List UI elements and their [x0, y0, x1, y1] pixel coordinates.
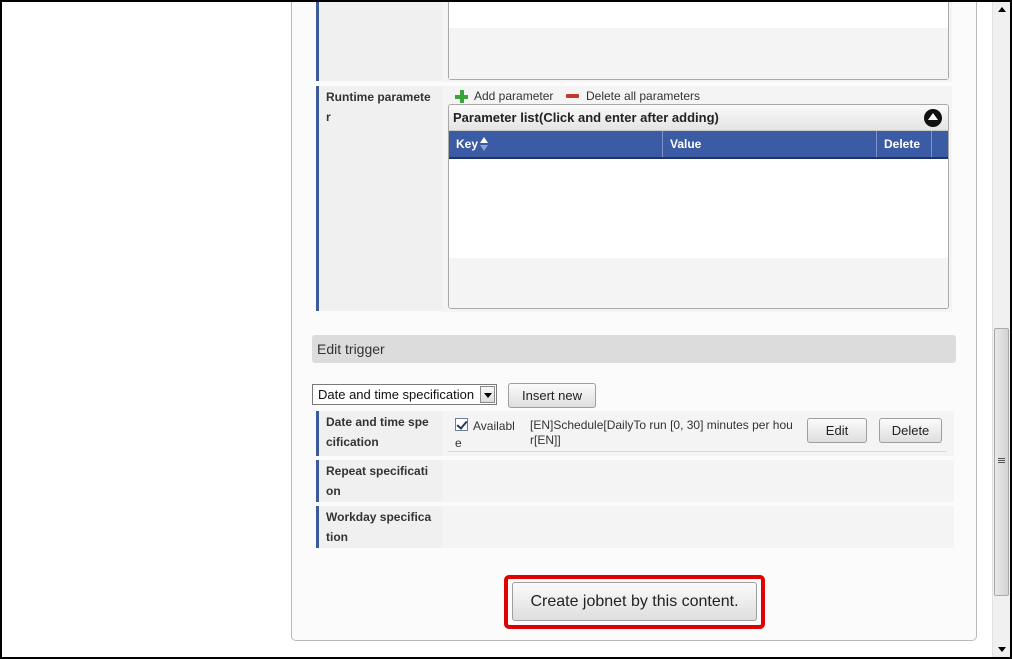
delete-all-parameters-link[interactable]: Delete all parameters [566, 88, 708, 104]
column-header-key-label: Key [456, 137, 479, 151]
available-label: Available [455, 419, 515, 450]
trigger-row-label-datetime: Date and time specification [316, 411, 442, 456]
column-header-delete-label: Delete [884, 137, 921, 151]
trigger-row-value-repeat [442, 460, 954, 502]
trigger-row-label-workday: Workday specification [316, 506, 442, 548]
previous-field-box [448, 0, 949, 80]
trigger-type-select-value: Date and time specification [318, 387, 475, 402]
create-jobnet-button[interactable]: Create jobnet by this content. [512, 582, 757, 621]
column-header-key[interactable]: Key [449, 131, 663, 157]
previous-field-box-footer [449, 28, 948, 79]
grip-line [998, 462, 1005, 463]
parameter-list-header: Key Value Delete [449, 131, 948, 159]
parameter-list: Parameter list(Click and enter after add… [448, 104, 949, 309]
insert-new-button[interactable]: Insert new [508, 383, 596, 408]
column-header-delete[interactable]: Delete [877, 131, 932, 157]
trigger-row-value-workday [442, 506, 954, 548]
trigger-row-label-repeat: Repeat specification [316, 460, 442, 502]
column-header-value[interactable]: Value [663, 131, 877, 157]
column-header-value-label: Value [670, 137, 702, 151]
chevron-down-icon[interactable] [480, 386, 495, 403]
grip-line [998, 458, 1005, 459]
add-parameter-label: Add parameter [474, 89, 554, 103]
vertical-scrollbar[interactable] [992, 2, 1010, 657]
minus-icon [566, 94, 579, 98]
add-parameter-link[interactable]: Add parameter [455, 88, 557, 104]
previous-field-label [316, 0, 442, 81]
scroll-up-icon[interactable] [998, 7, 1006, 12]
parameter-list-title: Parameter list(Click and enter after add… [449, 105, 948, 131]
parameter-list-footer [449, 258, 948, 308]
edit-trigger-header: Edit trigger [312, 335, 956, 363]
parameter-list-title-text: Parameter list(Click and enter after add… [453, 110, 719, 125]
collapse-icon[interactable] [924, 109, 942, 127]
delete-all-parameters-label: Delete all parameters [586, 89, 701, 103]
scroll-down-icon[interactable] [998, 647, 1006, 652]
delete-trigger-button[interactable]: Delete [879, 418, 942, 443]
scrollbar-thumb[interactable] [994, 328, 1009, 596]
runtime-parameter-label: Runtime parameter [316, 86, 442, 311]
trigger-row-divider [448, 451, 946, 452]
plus-icon [455, 90, 468, 103]
trigger-description: [EN]Schedule[DailyTo run [0, 30] minutes… [530, 418, 793, 447]
sort-icon[interactable] [480, 137, 488, 151]
grip-line [998, 460, 1005, 461]
edit-trigger-button[interactable]: Edit [807, 418, 867, 443]
trigger-type-select[interactable]: Date and time specification [312, 384, 497, 405]
